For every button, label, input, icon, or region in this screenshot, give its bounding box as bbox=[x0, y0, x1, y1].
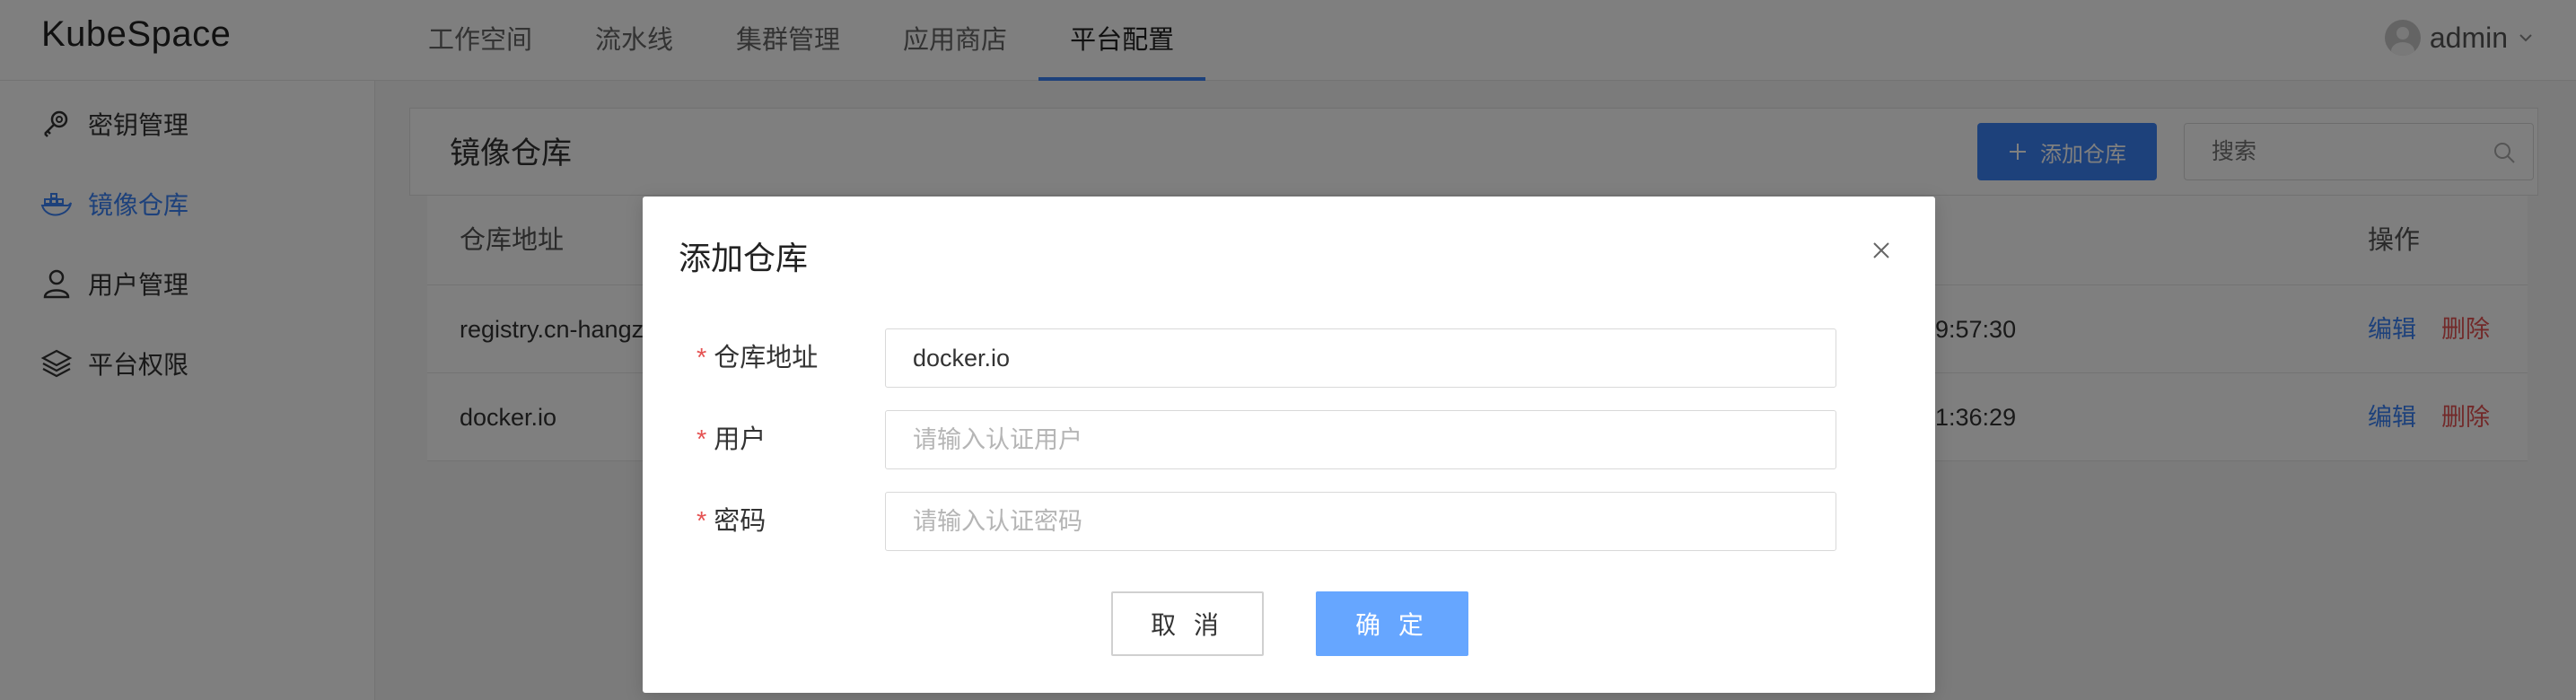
close-icon[interactable] bbox=[1863, 232, 1899, 268]
address-field[interactable] bbox=[885, 328, 1836, 388]
password-label: * 密码 bbox=[697, 507, 767, 536]
form-row-password: * 密码 bbox=[643, 492, 1935, 551]
dialog-title: 添加仓库 bbox=[679, 240, 809, 276]
address-label: * 仓库地址 bbox=[697, 344, 819, 372]
form-row-user: * 用户 bbox=[643, 410, 1935, 469]
password-field[interactable] bbox=[885, 492, 1836, 551]
add-registry-dialog: 添加仓库 *仓库地址 *用户 *密码 取 消 确 定 bbox=[643, 197, 1935, 693]
confirm-button[interactable]: 确 定 bbox=[1316, 591, 1468, 656]
user-label: * 用户 bbox=[697, 425, 767, 454]
form-row-address: * 仓库地址 bbox=[643, 328, 1935, 388]
user-field[interactable] bbox=[885, 410, 1836, 469]
cancel-button[interactable]: 取 消 bbox=[1111, 591, 1264, 656]
